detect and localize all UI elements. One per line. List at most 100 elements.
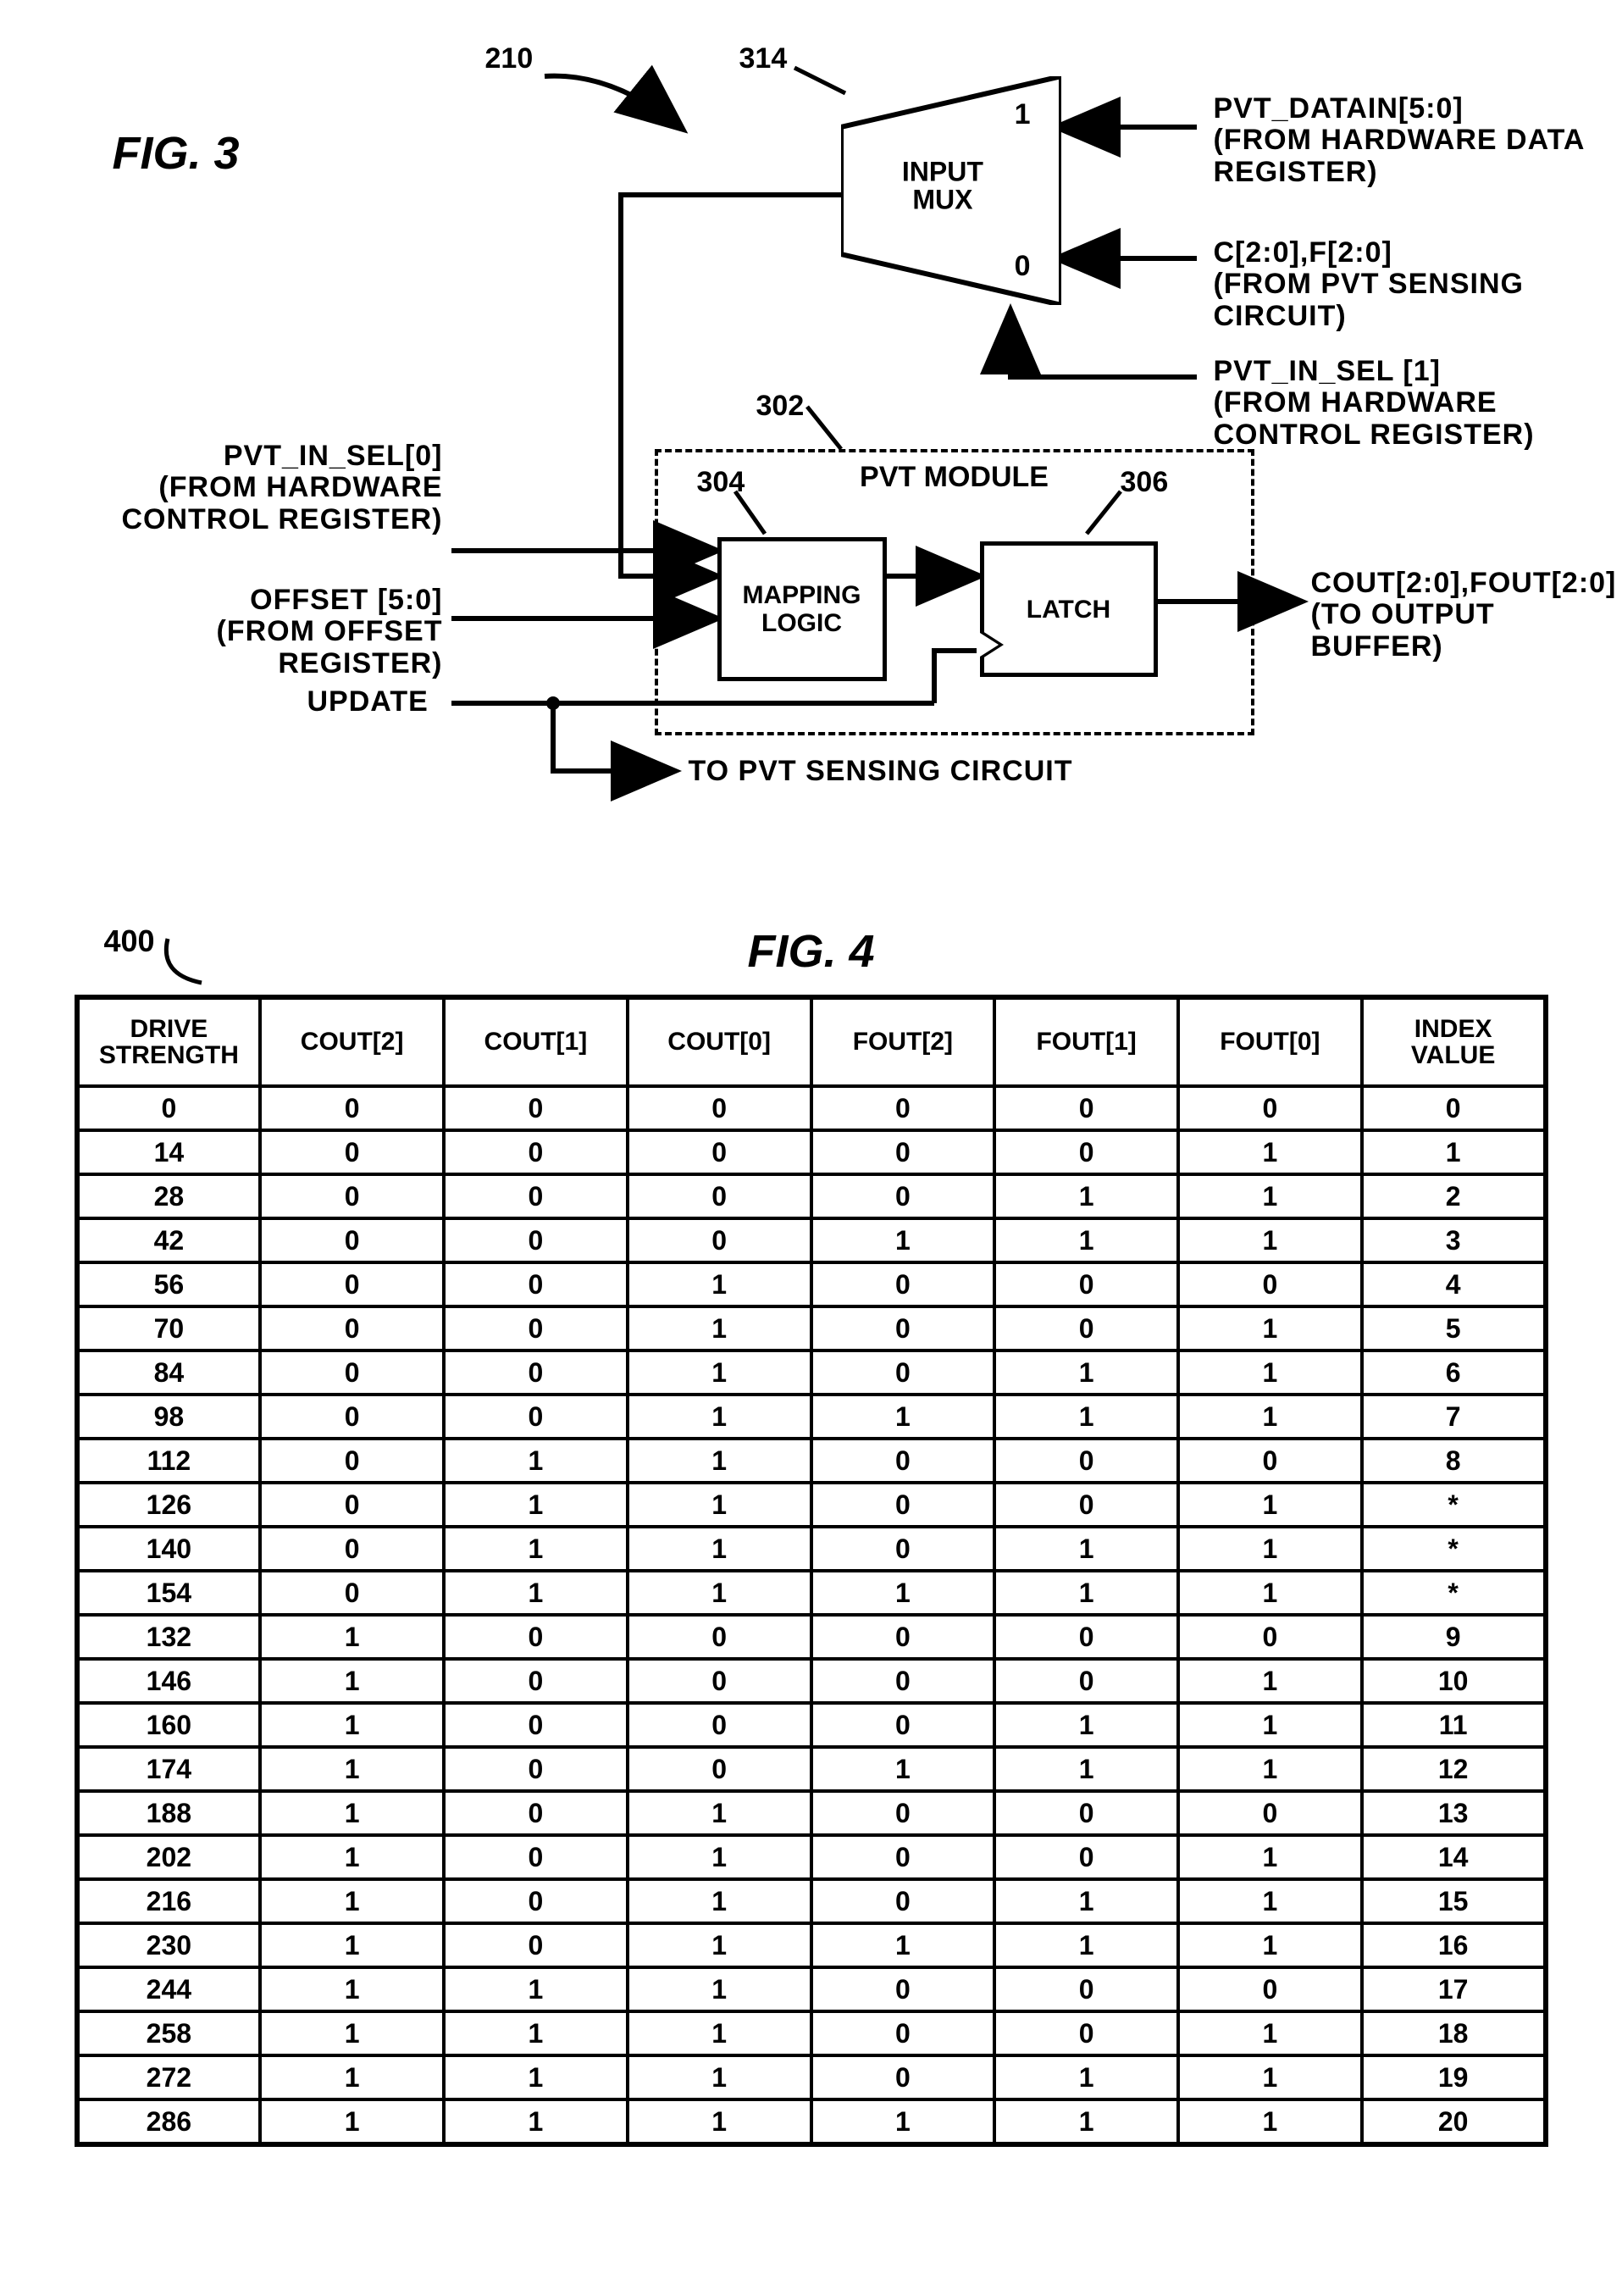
table-row: 840010116: [77, 1350, 1546, 1395]
table-cell: 0: [994, 1835, 1178, 1879]
table-cell: 0: [260, 1395, 444, 1439]
table-cell: 0: [628, 1747, 811, 1791]
table-cell: 0: [811, 1350, 995, 1395]
table-cell: 0: [444, 1835, 628, 1879]
table-cell: 0: [628, 1703, 811, 1747]
table-row: 700010015: [77, 1306, 1546, 1350]
table-cell: 1: [444, 1439, 628, 1483]
table-cell: 202: [77, 1835, 261, 1879]
pvt-module: PVT MODULE MAPPING LOGIC LATCH: [655, 449, 1254, 735]
figure-3: FIG. 3: [28, 25, 1595, 873]
table-cell: 0: [444, 1659, 628, 1703]
table-cell: 1: [1178, 1747, 1362, 1791]
table-cell: 0: [1178, 1439, 1362, 1483]
table-cell: 0: [260, 1483, 444, 1527]
table-cell: 0: [628, 1086, 811, 1130]
table-cell: 0: [994, 1262, 1178, 1306]
table-cell: 1: [1178, 2055, 1362, 2099]
figure-4-title: FIG. 4: [28, 925, 1595, 978]
table-cell: 126: [77, 1483, 261, 1527]
table-row: 1120110008: [77, 1439, 1546, 1483]
table-cell: 286: [77, 2099, 261, 2144]
table-cell: 0: [628, 1615, 811, 1659]
table-cell: 1: [628, 1306, 811, 1350]
mux-port-0: 0: [1015, 250, 1031, 283]
table-cell: 42: [77, 1218, 261, 1262]
table-cell: 0: [260, 1218, 444, 1262]
table-cell: 0: [811, 2011, 995, 2055]
callout-302: 302: [756, 390, 805, 423]
table-cell: 0: [811, 1262, 995, 1306]
pvt-module-title: PVT MODULE: [860, 461, 1049, 494]
sig-to-pvt-sensing: TO PVT SENSING CIRCUIT: [689, 756, 1073, 787]
table-cell: 1: [260, 1791, 444, 1835]
table-row: 27211101119: [77, 2055, 1546, 2099]
table-cell: 0: [994, 1483, 1178, 1527]
table-cell: 0: [77, 1086, 261, 1130]
fig4-col-header: INDEXVALUE: [1362, 997, 1546, 1086]
callout-210: 210: [485, 42, 534, 75]
table-cell: 1: [628, 1395, 811, 1439]
table-cell: 1: [994, 1174, 1178, 1218]
table-cell: 1: [260, 1967, 444, 2011]
table-cell: 1: [811, 1571, 995, 1615]
sig-update: UPDATE: [307, 686, 429, 718]
table-cell: 0: [811, 1086, 995, 1130]
table-cell: 0: [628, 1218, 811, 1262]
table-cell: 1: [260, 1835, 444, 1879]
table-cell: 1: [628, 1967, 811, 2011]
table-cell: 1: [628, 2055, 811, 2099]
table-cell: 7: [1362, 1395, 1546, 1439]
table-cell: 0: [260, 1086, 444, 1130]
table-cell: 8: [1362, 1439, 1546, 1483]
mux-port-1: 1: [1015, 98, 1031, 131]
table-cell: 0: [628, 1174, 811, 1218]
table-row: 25811100118: [77, 2011, 1546, 2055]
table-cell: 0: [260, 1262, 444, 1306]
table-cell: 1: [811, 2099, 995, 2144]
table-row: 23010111116: [77, 1923, 1546, 1967]
table-cell: 1: [628, 1527, 811, 1571]
table-cell: *: [1362, 1483, 1546, 1527]
fig4-col-header: FOUT[0]: [1178, 997, 1362, 1086]
table-cell: 244: [77, 1967, 261, 2011]
table-cell: 112: [77, 1439, 261, 1483]
fig4-table: DRIVESTRENGTHCOUT[2]COUT[1]COUT[0]FOUT[2…: [75, 995, 1548, 2147]
figure-3-title: FIG. 3: [113, 127, 240, 180]
table-cell: 3: [1362, 1218, 1546, 1262]
table-row: 154011111*: [77, 1571, 1546, 1615]
table-row: 126011001*: [77, 1483, 1546, 1527]
table-cell: 1: [444, 2011, 628, 2055]
table-cell: 0: [628, 1659, 811, 1703]
table-cell: 4: [1362, 1262, 1546, 1306]
table-cell: 70: [77, 1306, 261, 1350]
table-cell: 1: [1178, 1130, 1362, 1174]
sig-cout-fout: COUT[2:0],FOUT[2:0] (TO OUTPUT BUFFER): [1311, 568, 1617, 663]
table-cell: 9: [1362, 1615, 1546, 1659]
table-cell: 1: [811, 1923, 995, 1967]
table-row: 140000011: [77, 1130, 1546, 1174]
table-cell: 0: [444, 1130, 628, 1174]
table-row: 21610101115: [77, 1879, 1546, 1923]
table-cell: 0: [811, 1879, 995, 1923]
table-cell: 1: [1178, 1571, 1362, 1615]
fig4-col-header: DRIVESTRENGTH: [77, 997, 261, 1086]
table-cell: 1: [260, 2099, 444, 2144]
table-cell: 16: [1362, 1923, 1546, 1967]
table-cell: 0: [1178, 1262, 1362, 1306]
fig4-col-header: COUT[1]: [444, 997, 628, 1086]
table-cell: 13: [1362, 1791, 1546, 1835]
table-cell: 1: [260, 1703, 444, 1747]
table-cell: 1: [260, 1923, 444, 1967]
table-cell: 0: [811, 1703, 995, 1747]
table-cell: 1: [444, 1571, 628, 1615]
table-cell: 1: [1178, 2011, 1362, 2055]
table-cell: 0: [811, 1835, 995, 1879]
table-cell: 0: [1178, 1791, 1362, 1835]
table-cell: 1: [1178, 1659, 1362, 1703]
table-row: 18810100013: [77, 1791, 1546, 1835]
table-cell: 0: [444, 1306, 628, 1350]
table-cell: 0: [994, 2011, 1178, 2055]
table-cell: 1: [994, 1923, 1178, 1967]
table-row: 980011117: [77, 1395, 1546, 1439]
